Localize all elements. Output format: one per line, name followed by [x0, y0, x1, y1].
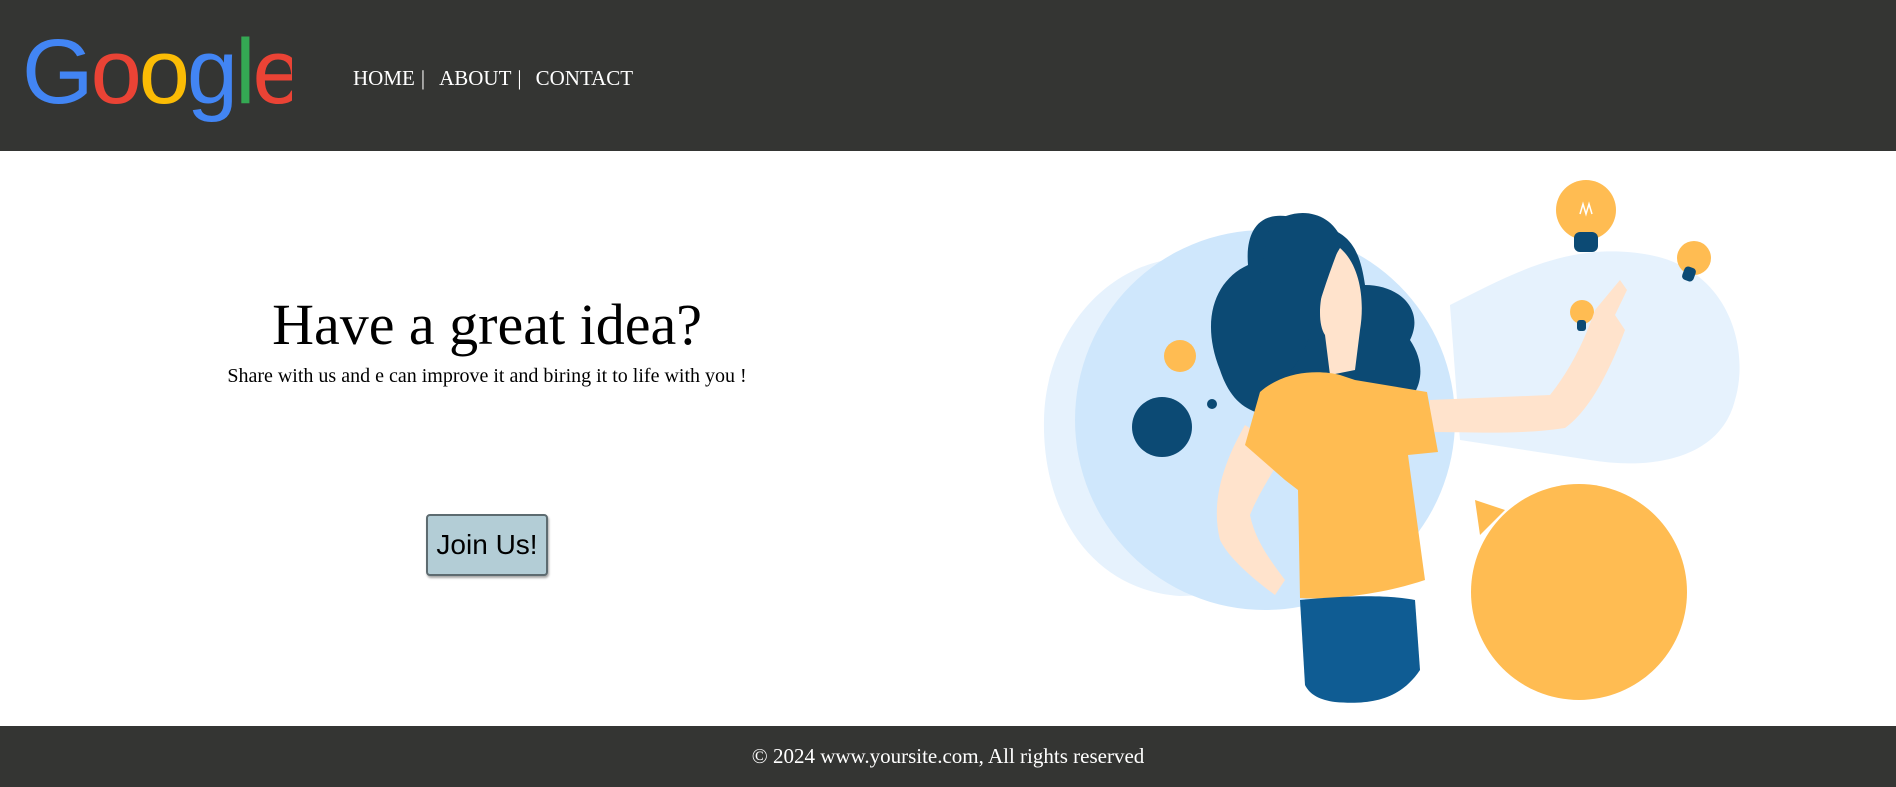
- bulb-large-icon: [1556, 180, 1616, 252]
- svg-text:Google: Google: [22, 28, 292, 123]
- main-nav: HOME | ABOUT | CONTACT: [353, 66, 633, 91]
- decor-dot-yellow: [1164, 340, 1196, 372]
- nav-about-link[interactable]: ABOUT: [439, 66, 511, 91]
- nav-home-link[interactable]: HOME: [353, 66, 415, 91]
- nav-separator: |: [420, 66, 426, 90]
- speech-bubble-icon: [1471, 484, 1687, 700]
- hero-subtitle: Share with us and e can improve it and b…: [227, 365, 747, 387]
- copyright-text: © 2024 www.yoursite.com, All rights rese…: [751, 744, 1145, 768]
- decor-dot-navy: [1132, 397, 1192, 457]
- site-header: Google HOME | ABOUT | CONTACT: [0, 0, 1896, 151]
- join-us-button[interactable]: Join Us!: [426, 514, 548, 576]
- google-logo[interactable]: Google: [22, 28, 292, 128]
- nav-contact-link[interactable]: CONTACT: [536, 66, 633, 91]
- decor-dot-small: [1207, 399, 1217, 409]
- idea-illustration: [1043, 180, 1740, 703]
- nav-separator: |: [517, 66, 522, 90]
- pants: [1300, 596, 1420, 703]
- hero-title: Have a great idea?: [272, 292, 702, 357]
- site-footer: © 2024 www.yoursite.com, All rights rese…: [0, 726, 1896, 787]
